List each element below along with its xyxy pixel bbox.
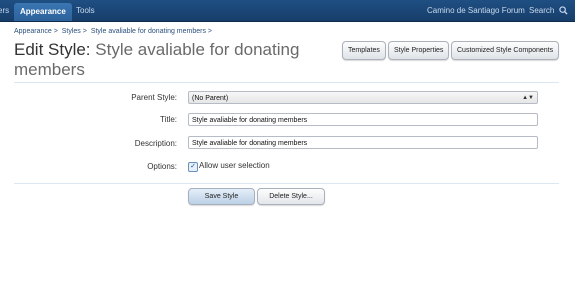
allow-user-selection-checkbox[interactable]: ✓ xyxy=(188,162,198,172)
page-title: Edit Style: Style avaliable for donating… xyxy=(14,40,334,80)
nav-tab-appearance[interactable]: Appearance xyxy=(14,3,72,21)
nav-tab-partial[interactable]: ers xyxy=(0,0,9,21)
breadcrumb-style-name[interactable]: Style avaliable for donating members > xyxy=(91,28,212,35)
parent-style-label: Parent Style: xyxy=(131,93,177,102)
search-link[interactable]: Search xyxy=(529,0,568,21)
delete-style-button[interactable]: Delete Style... xyxy=(257,188,325,205)
breadcrumb: Appearance > Styles > Style avaliable fo… xyxy=(14,28,214,35)
search-icon xyxy=(558,6,568,15)
breadcrumb-appearance[interactable]: Appearance > xyxy=(14,28,58,35)
divider xyxy=(14,183,559,184)
top-navigation-bar: ers Appearance Tools Camino de Santiago … xyxy=(0,0,575,22)
customized-style-components-button[interactable]: Customized Style Components xyxy=(451,41,560,60)
description-input[interactable]: Style avaliable for donating members xyxy=(188,136,538,149)
templates-button[interactable]: Templates xyxy=(342,41,386,60)
options-label: Options: xyxy=(147,162,177,171)
title-label: Title: xyxy=(159,115,177,124)
description-label: Description: xyxy=(134,139,177,148)
divider xyxy=(14,82,559,83)
save-style-button[interactable]: Save Style xyxy=(188,188,255,205)
select-arrows-icon: ▲▼ xyxy=(522,95,534,101)
style-properties-button[interactable]: Style Properties xyxy=(388,41,450,60)
page-title-prefix: Edit Style: xyxy=(14,40,91,59)
nav-tab-tools[interactable]: Tools xyxy=(76,0,95,21)
parent-style-select[interactable]: (No Parent) ▲▼ xyxy=(188,91,538,104)
search-label: Search xyxy=(529,6,555,15)
title-input[interactable]: Style avaliable for donating members xyxy=(188,113,538,126)
breadcrumb-styles[interactable]: Styles > xyxy=(62,28,87,35)
allow-user-selection-label[interactable]: Allow user selection xyxy=(199,161,270,170)
forum-home-link[interactable]: Camino de Santiago Forum xyxy=(427,0,525,21)
parent-style-value: (No Parent) xyxy=(192,95,229,102)
